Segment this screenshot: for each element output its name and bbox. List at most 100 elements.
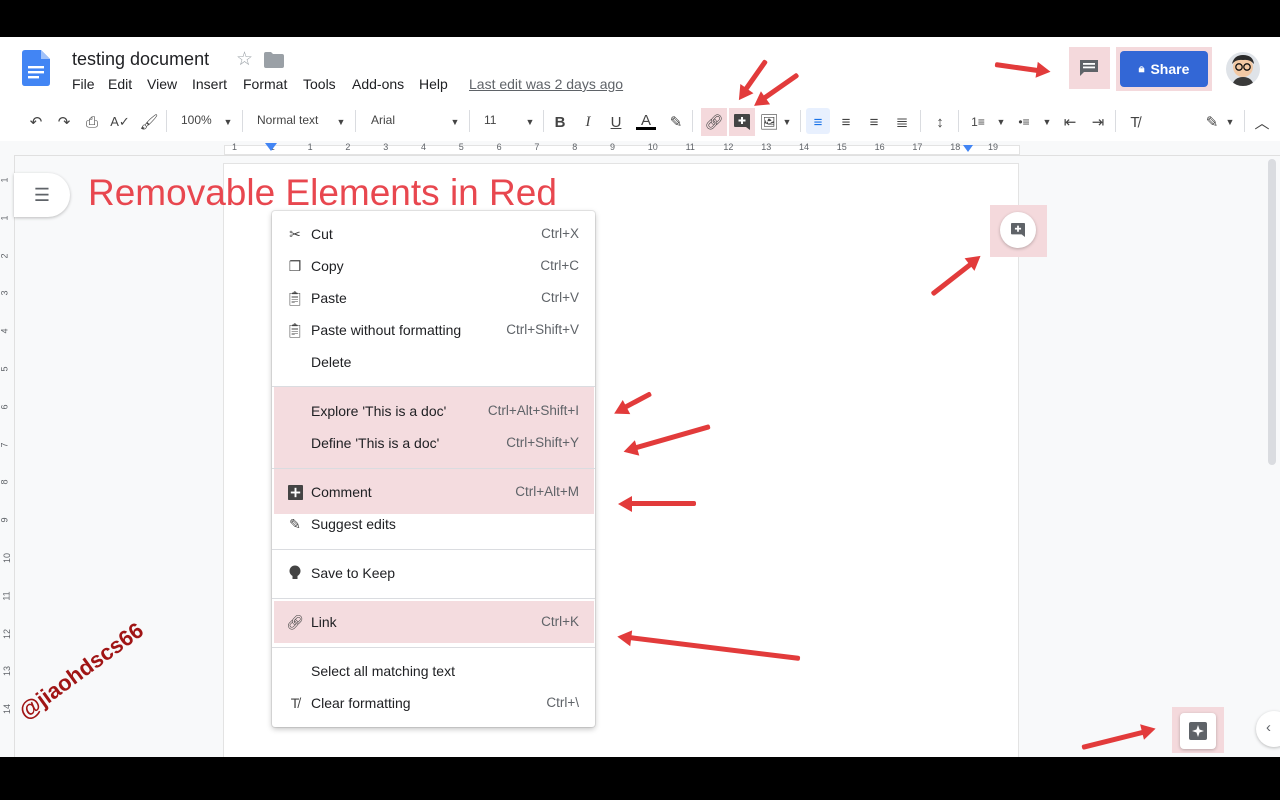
menu-item-label: Select all matching text	[311, 663, 455, 679]
menu-item-paste-plain[interactable]: 📋︎ Paste without formatting Ctrl+Shift+V	[272, 314, 595, 346]
ruler-tick-label: 4	[421, 142, 427, 152]
avatar[interactable]	[1226, 52, 1260, 86]
editing-mode-icon[interactable]: ✎	[1203, 112, 1221, 132]
decrease-indent-icon[interactable]: ⇤	[1061, 112, 1079, 132]
menu-help[interactable]: Help	[419, 76, 448, 92]
folder-icon[interactable]	[264, 52, 284, 73]
top-bar: testing document ☆ File Edit View Insert…	[0, 37, 1280, 101]
menu-insert[interactable]: Insert	[192, 76, 227, 92]
align-right-icon[interactable]: ≡	[865, 112, 883, 132]
ruler-tick-label: 16	[874, 142, 885, 152]
bulleted-list-icon[interactable]: •≡	[1015, 112, 1033, 132]
text-color-icon[interactable]: A	[635, 112, 657, 132]
increase-indent-icon[interactable]: ⇥	[1089, 112, 1107, 132]
insert-image-icon[interactable]: 🖼︎	[759, 112, 778, 132]
menu-item-label: Cut	[311, 226, 333, 242]
zoom-select[interactable]: 100%	[181, 113, 212, 127]
add-comment-icon[interactable]	[733, 112, 751, 132]
paint-format-icon[interactable]: 🖌︎	[139, 112, 158, 132]
ruler-tick-label: 15	[836, 142, 847, 152]
last-edit-link[interactable]: Last edit was 2 days ago	[469, 76, 623, 92]
numbered-list-icon[interactable]: 1≡	[969, 112, 987, 132]
menu-item-label: Link	[311, 614, 337, 630]
menu-divider	[272, 647, 595, 648]
spellcheck-icon[interactable]: A✓	[110, 112, 130, 132]
toolbar-divider	[469, 110, 470, 132]
style-chevron-icon[interactable]: ▼	[335, 112, 347, 132]
menu-item-label: Suggest edits	[311, 516, 396, 532]
menu-item-explore[interactable]: Explore 'This is a doc' Ctrl+Alt+Shift+I	[272, 395, 595, 427]
document-outline-button[interactable]: ☰	[14, 173, 70, 217]
menu-item-shortcut: Ctrl+C	[540, 258, 579, 273]
vertical-ruler-tick-label: 11	[1, 591, 12, 601]
menu-item-suggest-edits[interactable]: ✎ Suggest edits	[272, 508, 595, 540]
menu-item-clear-formatting[interactable]: T̸ Clear formatting Ctrl+\	[272, 687, 595, 719]
docs-logo-icon[interactable]	[22, 50, 50, 86]
italic-icon[interactable]: I	[580, 112, 596, 132]
numbered-list-chevron-icon[interactable]: ▼	[995, 112, 1007, 132]
clipboard-icon: 📋︎	[286, 289, 304, 306]
align-left-icon[interactable]: ≡	[809, 112, 827, 132]
menu-edit[interactable]: Edit	[108, 76, 132, 92]
highlight-color-icon[interactable]: ✎	[667, 112, 685, 132]
vertical-ruler[interactable]: 1 1 2 3 4 5 6 7 8 9 10 11 12 13 14	[0, 155, 15, 757]
star-icon[interactable]: ☆	[236, 48, 253, 71]
line-spacing-icon[interactable]: ↕	[931, 112, 949, 132]
menu-item-cut[interactable]: ✂ Cut Ctrl+X	[272, 218, 595, 250]
menu-divider	[272, 468, 595, 469]
document-title[interactable]: testing document	[72, 49, 209, 70]
menu-item-copy[interactable]: ❐ Copy Ctrl+C	[272, 250, 595, 282]
menu-item-paste[interactable]: 📋︎ Paste Ctrl+V	[272, 282, 595, 314]
toolbar-divider	[1244, 110, 1245, 132]
menu-view[interactable]: View	[147, 76, 177, 92]
undo-icon[interactable]: ↶	[27, 112, 45, 132]
zoom-chevron-icon[interactable]: ▼	[222, 112, 234, 132]
menu-item-delete[interactable]: Delete	[272, 346, 595, 378]
redo-icon[interactable]: ↷	[55, 112, 73, 132]
bulleted-list-chevron-icon[interactable]: ▼	[1041, 112, 1053, 132]
side-panel-toggle[interactable]: ‹	[1256, 711, 1280, 747]
menu-format[interactable]: Format	[243, 76, 287, 92]
right-indent-marker[interactable]	[963, 145, 973, 152]
vertical-ruler-tick-label: 6	[0, 404, 10, 410]
vertical-ruler-tick-label: 1	[0, 215, 10, 221]
menu-item-label: Delete	[311, 354, 352, 370]
left-indent-marker[interactable]	[265, 143, 277, 151]
clear-formatting-icon[interactable]: T̸	[1126, 112, 1144, 132]
insert-link-icon[interactable]: 🔗︎	[704, 112, 724, 132]
menu-item-link[interactable]: 🔗︎ Link Ctrl+K	[272, 606, 595, 638]
explore-button[interactable]	[1180, 713, 1216, 749]
style-select[interactable]: Normal text	[257, 113, 318, 127]
font-chevron-icon[interactable]: ▼	[449, 112, 461, 132]
align-center-icon[interactable]: ≡	[837, 112, 855, 132]
font-size-select[interactable]: 11	[484, 113, 496, 127]
font-select[interactable]: Arial	[371, 113, 395, 127]
floating-add-comment-button[interactable]	[1000, 212, 1036, 248]
collapse-menus-icon[interactable]: ︿	[1254, 112, 1270, 132]
vertical-scrollbar[interactable]	[1268, 159, 1276, 465]
font-size-chevron-icon[interactable]: ▼	[524, 112, 536, 132]
menu-item-comment[interactable]: Comment Ctrl+Alt+M	[272, 476, 595, 508]
ruler-tick-label: 12	[723, 142, 734, 152]
comment-history-icon[interactable]	[1079, 59, 1099, 82]
menu-item-shortcut: Ctrl+K	[541, 614, 579, 629]
ruler-tick-label: 18	[950, 142, 961, 152]
vertical-ruler-tick-label: 10	[2, 552, 13, 564]
menu-file[interactable]: File	[72, 76, 95, 92]
menu-addons[interactable]: Add-ons	[352, 76, 404, 92]
editing-mode-chevron-icon[interactable]: ▼	[1224, 112, 1236, 132]
scissors-icon: ✂	[289, 225, 301, 242]
menu-item-define[interactable]: Define 'This is a doc' Ctrl+Shift+Y	[272, 427, 595, 459]
horizontal-ruler[interactable]: 1 1 1 2 3 4 5 6 7 8 9 10 11 12 13 14 15 16 17 18 19	[0, 141, 1280, 156]
image-chevron-icon[interactable]: ▼	[781, 112, 793, 132]
vertical-ruler-tick-label: 8	[0, 479, 10, 485]
share-button[interactable]: 🔒︎ Share	[1120, 51, 1208, 87]
menu-item-select-all-matching[interactable]: Select all matching text	[272, 655, 595, 687]
menu-item-save-to-keep[interactable]: Save to Keep	[272, 557, 595, 589]
ruler-tick-label: 7	[534, 142, 540, 152]
bold-icon[interactable]: B	[552, 112, 568, 132]
print-icon[interactable]: ⎙	[83, 112, 101, 132]
justify-icon[interactable]: ≣	[893, 112, 911, 132]
menu-tools[interactable]: Tools	[303, 76, 336, 92]
underline-icon[interactable]: U	[608, 112, 624, 132]
